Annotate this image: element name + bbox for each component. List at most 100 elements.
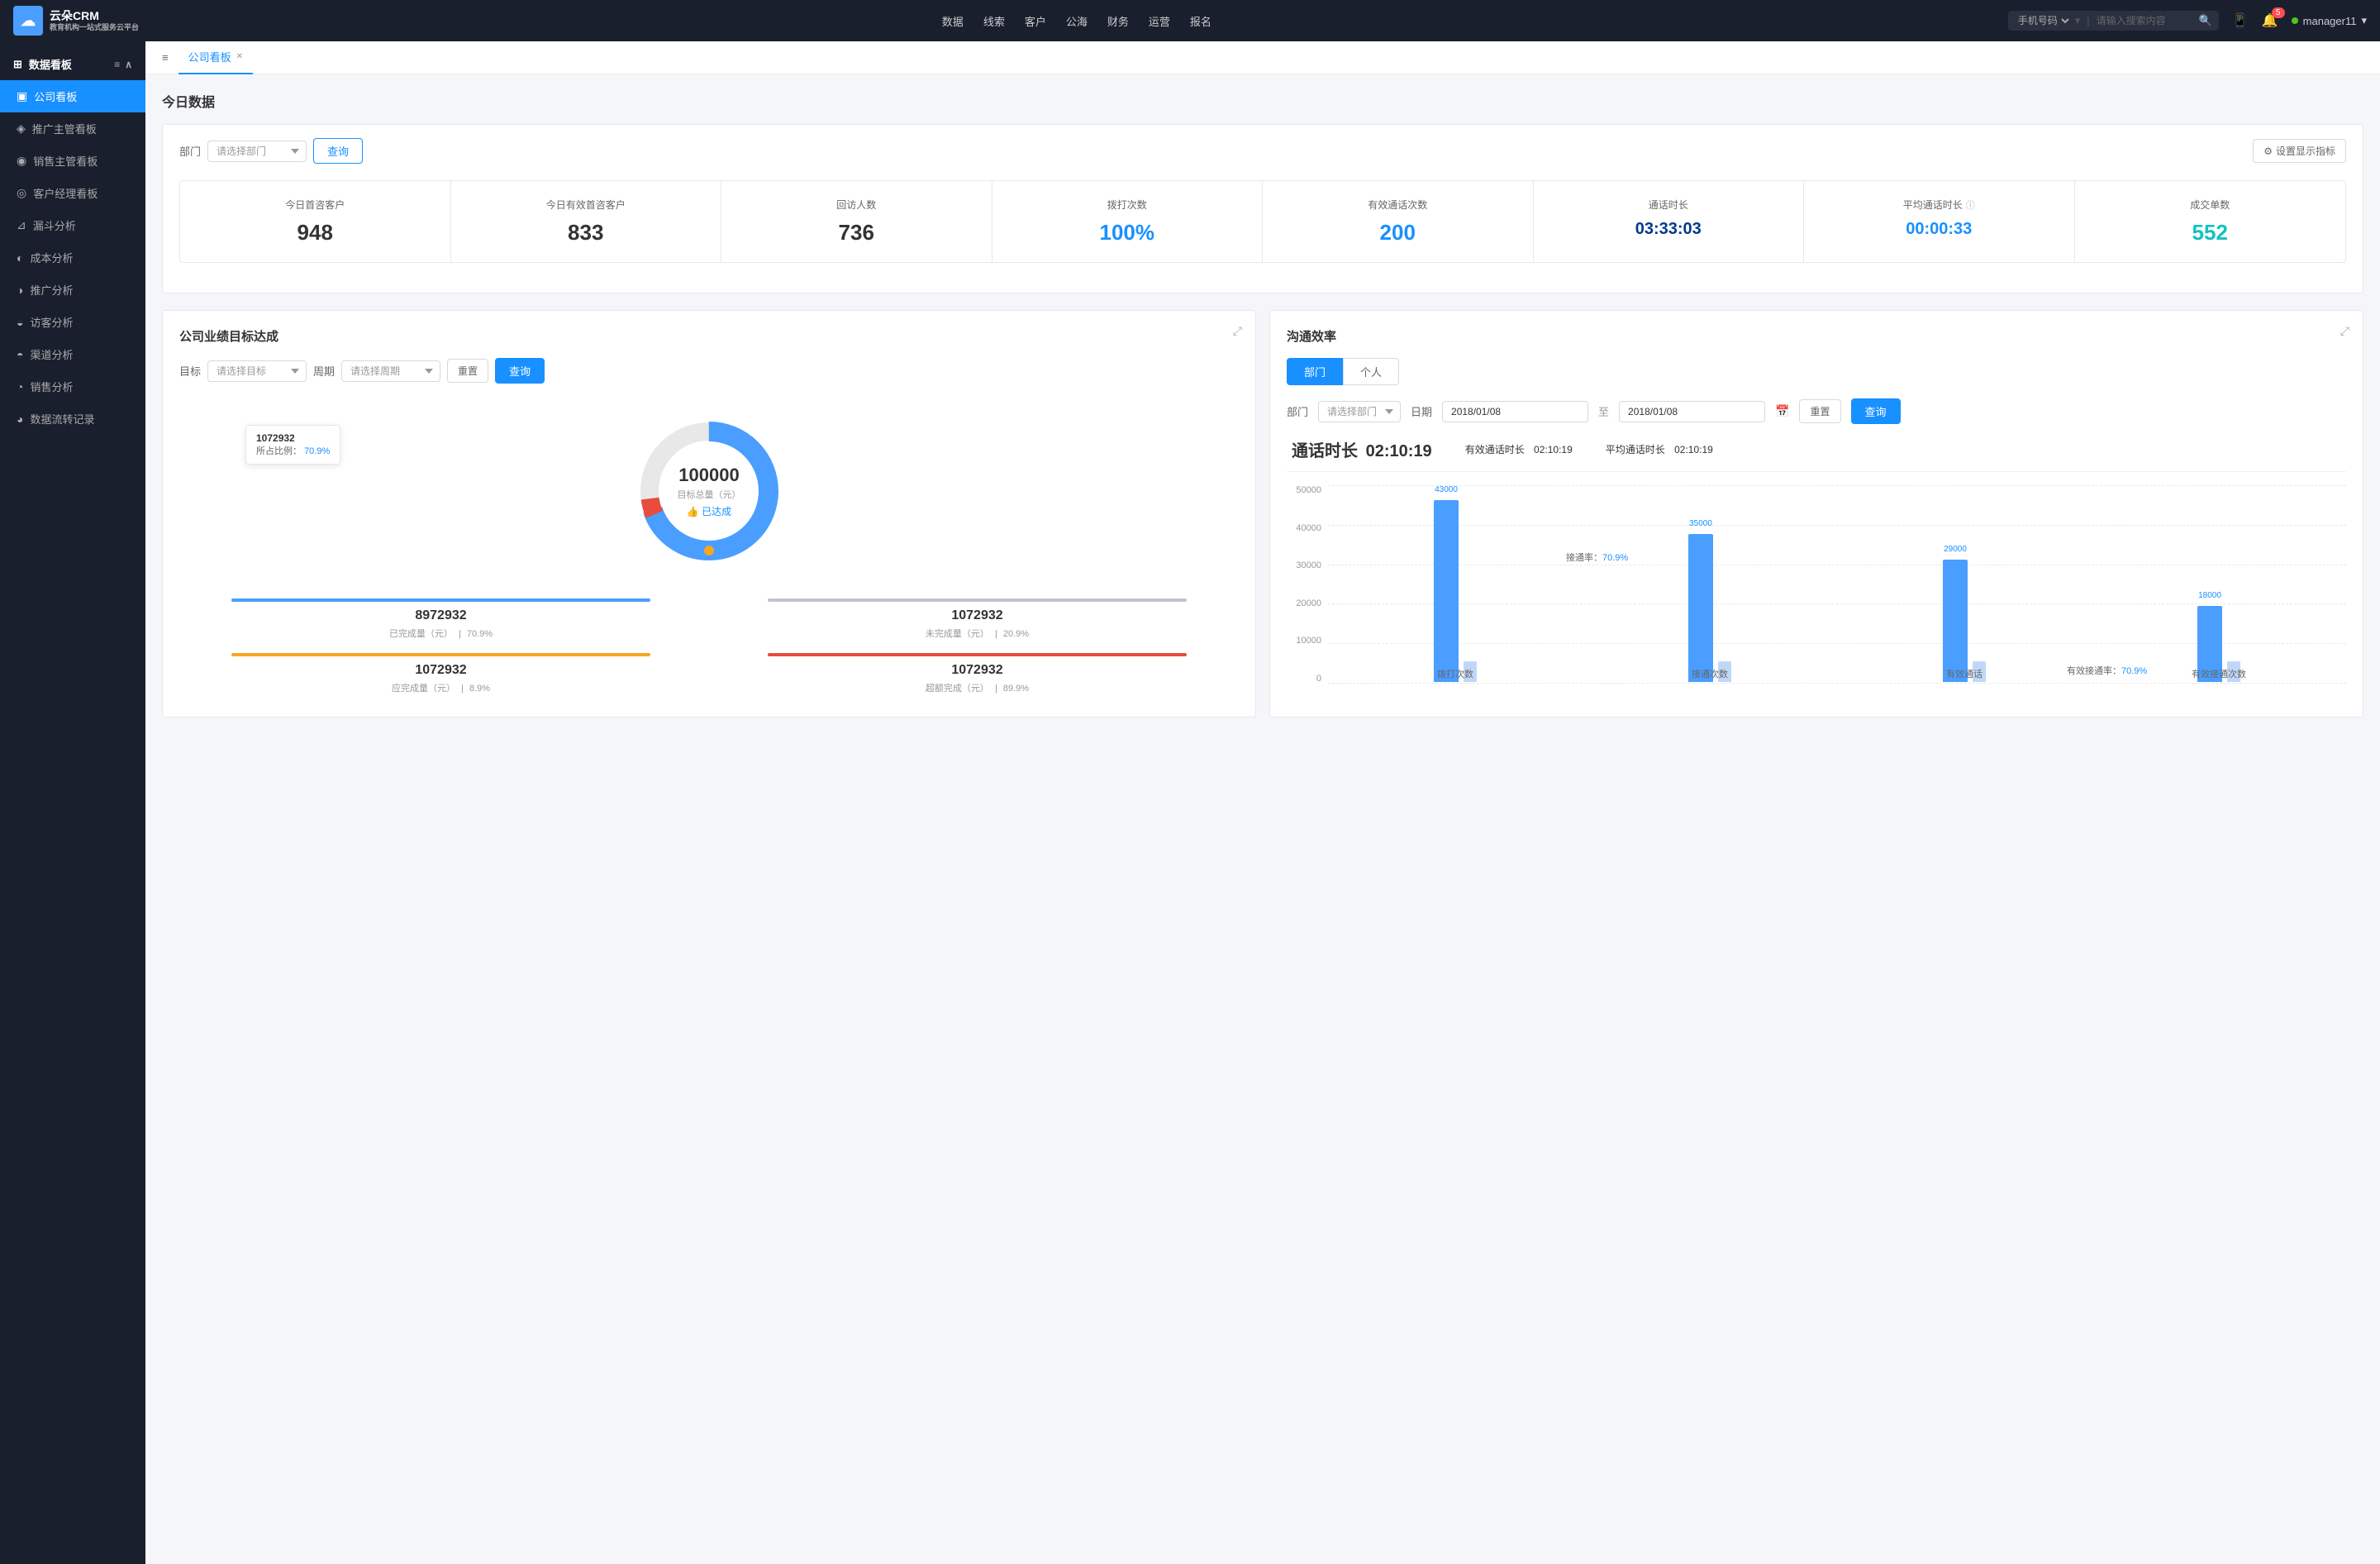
logo-icon: ☁ bbox=[13, 6, 43, 36]
today-data-title: 今日数据 bbox=[162, 91, 2363, 111]
comm-panel: 沟通效率 ⤢ 部门 个人 部门 请选择部门 日期 bbox=[1269, 310, 2363, 718]
sidebar-item-data-flow[interactable]: ◕ 数据流转记录 bbox=[0, 403, 145, 435]
sidebar-section-dashboard: ⊞ 数据看板 ≡ ∧ ▣ 公司看板 ◈ 推广主管看板 ◉ 销售主管看板 bbox=[0, 41, 145, 441]
comm-tab-personal[interactable]: 个人 bbox=[1343, 358, 1399, 385]
sidebar-item-sales-analysis[interactable]: ◔ 销售分析 bbox=[0, 370, 145, 403]
calendar-icon[interactable]: 📅 bbox=[1775, 404, 1789, 418]
sidebar-item-promotion-analysis[interactable]: ◑ 推广分析 bbox=[0, 274, 145, 306]
comm-date-label: 日期 bbox=[1411, 403, 1432, 419]
sidebar-collapse-icon[interactable]: ≡ bbox=[114, 59, 120, 70]
goal-target-select[interactable]: 请选择目标 bbox=[207, 360, 307, 382]
nav-signup[interactable]: 报名 bbox=[1190, 10, 1211, 32]
sidebar-item-cost[interactable]: ◐ 成本分析 bbox=[0, 241, 145, 274]
bar-wrapper-effective: 29000 bbox=[1943, 560, 1986, 682]
today-query-button[interactable]: 查询 bbox=[313, 138, 363, 164]
tooltip-value: 1072932 bbox=[256, 432, 330, 444]
user-area[interactable]: manager11 ▾ bbox=[2292, 14, 2367, 27]
stat-bar-completed bbox=[231, 598, 650, 602]
stat-value-completed: 8972932 bbox=[179, 608, 702, 623]
goal-query-button[interactable]: 查询 bbox=[495, 358, 545, 384]
bar-groups: 43000 拨打次数 接 bbox=[1328, 485, 2346, 700]
sidebar-item-visitor[interactable]: ◒ 访客分析 bbox=[0, 306, 145, 338]
goal-stats-grid: 8972932 已完成量（元） | 70.9% 1072932 未完成量 bbox=[179, 598, 1239, 694]
tabs-toggle-icon[interactable]: ≡ bbox=[159, 48, 172, 67]
comm-total-duration: 通话时长 02:10:19 bbox=[1287, 437, 1432, 461]
comm-dept-label: 部门 bbox=[1287, 403, 1308, 419]
sidebar-item-customer-board[interactable]: ◎ 客户经理看板 bbox=[0, 177, 145, 209]
sidebar-item-label: 推广主管看板 bbox=[32, 121, 97, 136]
nav-finance[interactable]: 财务 bbox=[1107, 10, 1129, 32]
channel-icon: ◓ bbox=[17, 348, 23, 361]
search-input[interactable] bbox=[2097, 15, 2196, 26]
sales-analysis-icon: ◔ bbox=[17, 380, 23, 393]
comm-reset-button[interactable]: 重置 bbox=[1799, 399, 1840, 423]
stat-completed: 8972932 已完成量（元） | 70.9% bbox=[179, 598, 702, 640]
goal-expand-icon[interactable]: ⤢ bbox=[1233, 324, 1242, 338]
metric-label: 拨打次数 bbox=[1006, 198, 1250, 212]
sidebar-item-company-board[interactable]: ▣ 公司看板 bbox=[0, 80, 145, 112]
chart-y-axis: 50000 40000 30000 20000 10000 0 bbox=[1287, 485, 1328, 700]
stat-over-complete: 1072932 超额完成（元） | 89.9% bbox=[716, 653, 1239, 694]
stat-label-incomplete: 未完成量（元） | 20.9% bbox=[716, 627, 1239, 640]
data-flow-icon: ◕ bbox=[17, 412, 23, 426]
sidebar-item-label: 推广分析 bbox=[30, 282, 73, 298]
bar-label-connect: 35000 bbox=[1689, 519, 1712, 528]
comm-date-to[interactable] bbox=[1619, 401, 1765, 422]
bar-wrapper-connect: 35000 bbox=[1688, 534, 1731, 682]
nav-leads[interactable]: 线索 bbox=[983, 10, 1005, 32]
comm-effective-duration: 有效通话时长 02:10:19 bbox=[1465, 442, 1573, 456]
bar-connect-main: 35000 bbox=[1688, 534, 1713, 682]
metric-deals: 成交单数 552 bbox=[2075, 181, 2346, 262]
donut-center: 100000 目标总量（元） 👍 已达成 bbox=[678, 465, 741, 518]
sidebar-item-channel[interactable]: ◓ 渠道分析 bbox=[0, 338, 145, 370]
connect-rate-annotation: 接通率：70.9% bbox=[1566, 551, 1628, 564]
sidebar-item-funnel[interactable]: ⊿ 漏斗分析 bbox=[0, 209, 145, 241]
sidebar-item-promotion-board[interactable]: ◈ 推广主管看板 bbox=[0, 112, 145, 145]
sidebar-item-sales-board[interactable]: ◉ 销售主管看板 bbox=[0, 145, 145, 177]
goal-reset-button[interactable]: 重置 bbox=[447, 359, 488, 383]
stat-bar-should-complete bbox=[231, 653, 650, 656]
mobile-icon[interactable]: 📱 bbox=[2232, 12, 2249, 29]
notification-bell[interactable]: 🔔 5 bbox=[2262, 12, 2278, 29]
tab-label: 公司看板 bbox=[188, 49, 231, 64]
company-board-icon: ▣ bbox=[17, 89, 27, 103]
bar-group-effective: 29000 有效通话 bbox=[1837, 560, 2092, 682]
comm-dept-select[interactable]: 请选择部门 bbox=[1318, 401, 1401, 422]
comm-expand-icon[interactable]: ⤢ bbox=[2340, 324, 2349, 338]
cost-icon: ◐ bbox=[17, 251, 23, 265]
bar-group-effective-connect: 有效接通率：70.9% 18000 bbox=[2092, 606, 2346, 682]
search-filter-select[interactable]: 手机号码 bbox=[2015, 14, 2072, 27]
chart-area-container: 43000 拨打次数 接 bbox=[1328, 485, 2346, 700]
metric-value: 100% bbox=[1006, 220, 1250, 246]
sidebar-section-title: 数据看板 bbox=[29, 56, 72, 72]
tab-close-icon[interactable]: ✕ bbox=[236, 52, 243, 61]
sidebar-section-header[interactable]: ⊞ 数据看板 ≡ ∧ bbox=[0, 48, 145, 80]
comm-panel-title: 沟通效率 bbox=[1287, 327, 2346, 345]
stat-value-should: 1072932 bbox=[179, 663, 702, 678]
user-dropdown-icon: ▾ bbox=[2361, 14, 2367, 27]
search-icon[interactable]: 🔍 bbox=[2199, 14, 2212, 27]
search-box: 手机号码 ▾ | 🔍 bbox=[2008, 11, 2219, 31]
bar-connect-blue bbox=[1688, 534, 1713, 682]
dept-select[interactable]: 请选择部门 bbox=[207, 141, 307, 162]
nav-operations[interactable]: 运营 bbox=[1149, 10, 1170, 32]
comm-query-button[interactable]: 查询 bbox=[1851, 398, 1901, 424]
sidebar-chevron-icon[interactable]: ∧ bbox=[125, 59, 132, 70]
comm-avg-duration: 平均通话时长 02:10:19 bbox=[1606, 442, 1713, 456]
comm-date-from[interactable] bbox=[1442, 401, 1588, 422]
logo-area: ☁ 云朵CRM 教育机构一站式服务云平台 bbox=[13, 6, 145, 36]
metric-effective-calls: 有效通话次数 200 bbox=[1263, 181, 1534, 262]
bar-x-label-effective: 有效通话 bbox=[1946, 667, 1983, 680]
nav-data[interactable]: 数据 bbox=[942, 10, 964, 32]
metric-value: 200 bbox=[1276, 220, 1520, 246]
page-content: 今日数据 部门 请选择部门 查询 ⚙ 设置显示指标 bbox=[145, 74, 2380, 1564]
comm-tab-dept[interactable]: 部门 bbox=[1287, 358, 1343, 385]
nav-public-sea[interactable]: 公海 bbox=[1066, 10, 1088, 32]
settings-display-button[interactable]: ⚙ 设置显示指标 bbox=[2253, 139, 2346, 163]
donut-chart-container: 100000 目标总量（元） 👍 已达成 1072932 所占比例： 70.9% bbox=[179, 400, 1239, 582]
bar-x-label-dial: 拨打次数 bbox=[1437, 667, 1473, 680]
tab-company-board[interactable]: 公司看板 ✕ bbox=[178, 41, 253, 74]
goal-period-select[interactable]: 请选择周期 bbox=[341, 360, 440, 382]
nav-customers[interactable]: 客户 bbox=[1025, 10, 1046, 32]
funnel-icon: ⊿ bbox=[17, 218, 26, 232]
